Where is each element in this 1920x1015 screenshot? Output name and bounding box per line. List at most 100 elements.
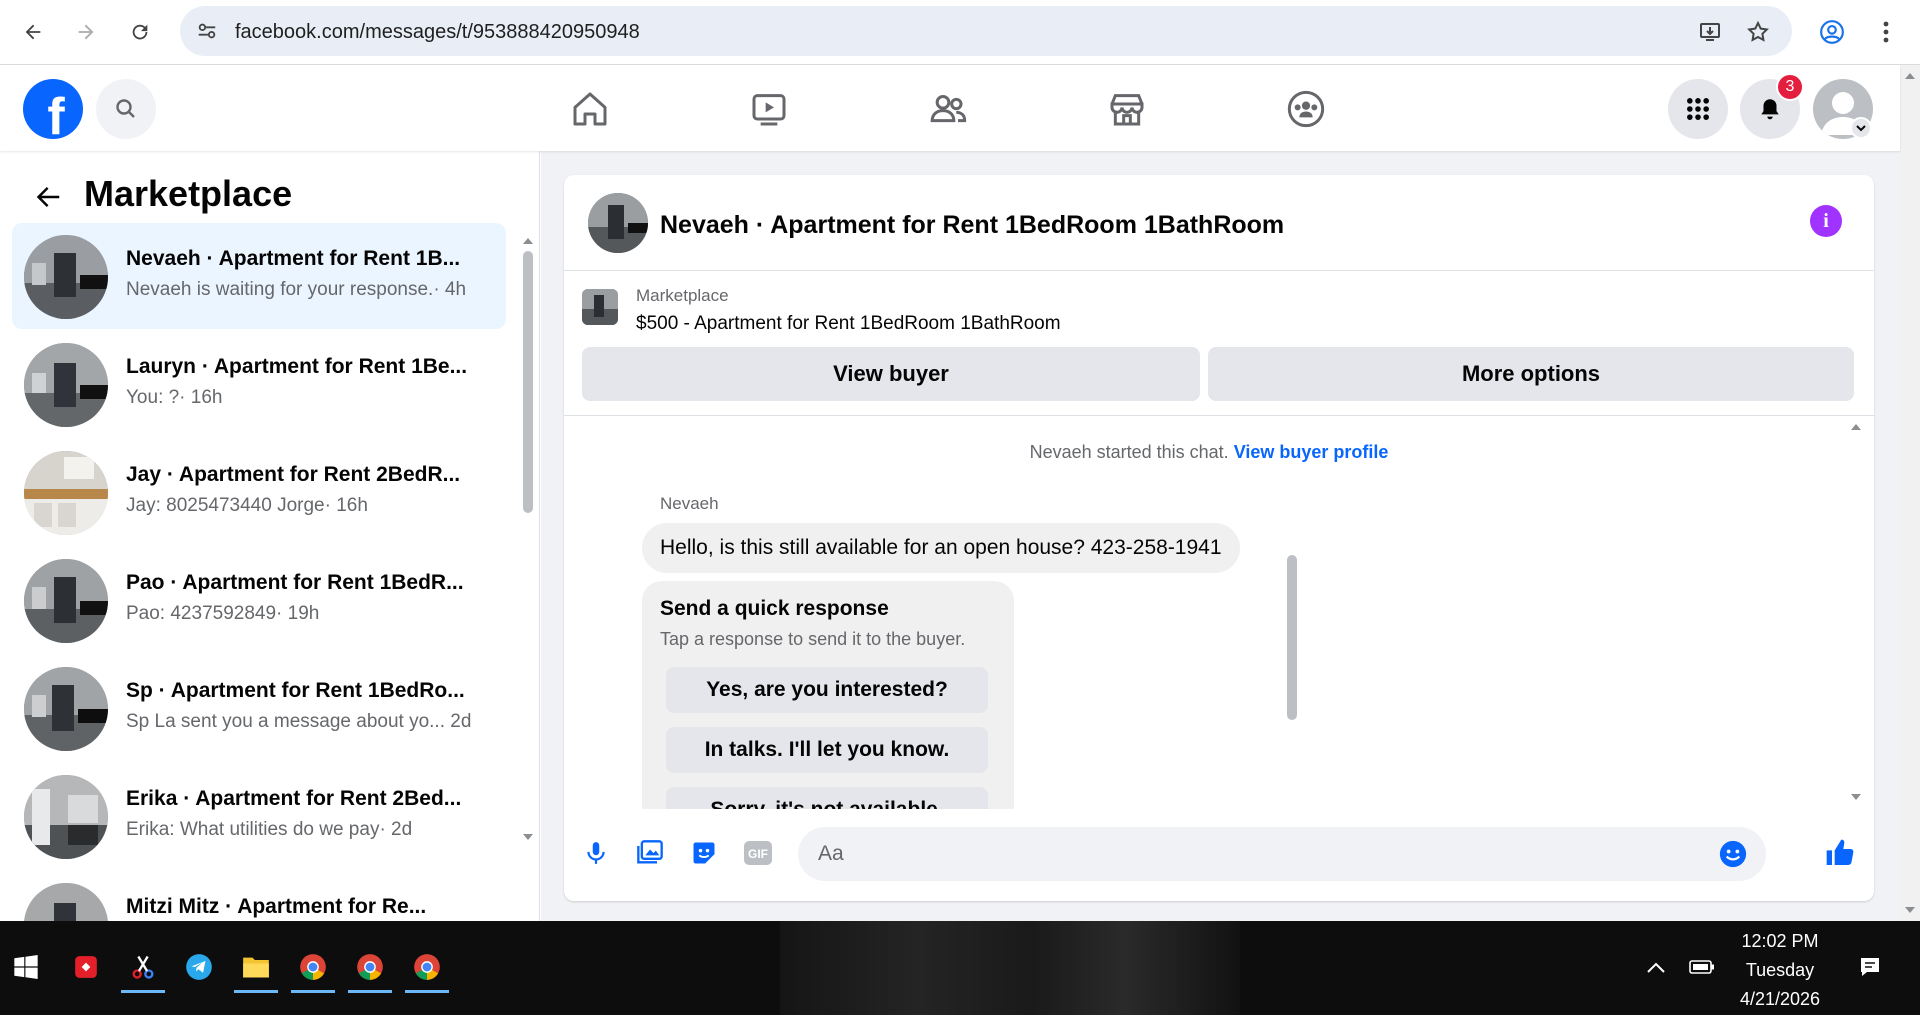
list-item[interactable]: Nevaeh · Apartment for Rent 1B... Nevaeh… [12, 223, 506, 329]
page-title: Marketplace [84, 173, 293, 214]
view-buyer-profile-link[interactable]: View buyer profile [1234, 442, 1389, 462]
facebook-logo[interactable]: f [23, 79, 83, 139]
conversation-title: Erika · Apartment for Rent 2Bed... [126, 787, 462, 810]
chat-started-notice: Nevaeh started this chat. View buyer pro… [564, 442, 1854, 463]
gif-icon[interactable]: GIF [738, 833, 778, 873]
video-icon[interactable] [739, 79, 799, 139]
search-icon[interactable] [96, 79, 156, 139]
photo-icon[interactable] [630, 833, 670, 873]
info-icon[interactable]: i [1810, 205, 1842, 237]
system-clock[interactable]: 12:02 PM Tuesday 4/21/2026 [1700, 927, 1860, 1014]
list-item[interactable]: Mitzi Mitz · Apartment for Re... [12, 871, 506, 921]
forward-arrow-icon[interactable] [66, 12, 106, 52]
url-text[interactable]: facebook.com/messages/t/953888420950948 [235, 21, 640, 44]
list-item[interactable]: Lauryn · Apartment for Rent 1Be... You: … [12, 331, 506, 437]
wallpaper-strip [780, 921, 1240, 1015]
menu-grid-icon[interactable] [1668, 79, 1728, 139]
quick-response-button[interactable]: Sorry, it's not available. [666, 787, 988, 809]
conversation-title: Mitzi Mitz · Apartment for Re... [126, 895, 427, 918]
message-thread: Nevaeh started this chat. View buyer pro… [564, 416, 1874, 809]
friends-icon[interactable] [918, 79, 978, 139]
scroll-up-arrow-icon[interactable] [1849, 422, 1863, 432]
address-bar[interactable]: facebook.com/messages/t/953888420950948 [180, 6, 1792, 56]
conversation-title: Nevaeh · Apartment for Rent 1B... [126, 247, 461, 270]
active-indicator [348, 990, 392, 993]
active-indicator [234, 990, 278, 993]
reload-icon[interactable] [120, 12, 160, 52]
chevron-up-icon[interactable] [1630, 943, 1682, 991]
chrome-profile-icon[interactable] [344, 943, 396, 993]
back-arrow-icon[interactable] [13, 12, 53, 52]
notification-center-icon[interactable] [1844, 943, 1896, 991]
conversation-title: Jay · Apartment for Rent 2BedR... [126, 463, 461, 486]
conversation-snippet: You: ?· 16h [126, 387, 223, 408]
browser-menu-icon[interactable] [1866, 12, 1906, 52]
listing-thumbnail [24, 775, 108, 859]
message-scroll-thumb[interactable] [1287, 555, 1297, 720]
listing-thumbnail [24, 559, 108, 643]
message-input-placeholder: Aa [818, 842, 844, 865]
active-indicator [121, 990, 165, 993]
quick-response-button[interactable]: Yes, are you interested? [666, 667, 988, 713]
chat-started-text: Nevaeh started this chat. [1029, 442, 1229, 462]
chevron-down-icon[interactable] [1850, 117, 1872, 139]
quick-response-subtitle: Tap a response to send it to the buyer. [660, 629, 966, 649]
list-item[interactable]: Erika · Apartment for Rent 2Bed... Erika… [12, 763, 506, 869]
list-item[interactable]: Pao · Apartment for Rent 1BedR... Pao: 4… [12, 547, 506, 653]
listing-title[interactable]: $500 - Apartment for Rent 1BedRoom 1Bath… [636, 313, 1061, 335]
quick-response-button[interactable]: In talks. I'll let you know. [666, 727, 988, 773]
active-indicator [405, 990, 449, 993]
sender-name: Nevaeh [660, 494, 719, 513]
active-indicator [291, 990, 335, 993]
home-icon[interactable] [560, 79, 620, 139]
windows-taskbar: 12:02 PM Tuesday 4/21/2026 [0, 921, 1920, 1015]
chrome-icon[interactable] [287, 943, 339, 993]
conversation-title: Pao · Apartment for Rent 1BedR... [126, 571, 464, 594]
telegram-icon[interactable] [173, 943, 225, 991]
message-composer: GIF Aa [564, 809, 1874, 901]
svg-text:GIF: GIF [748, 847, 768, 861]
bookmark-star-icon[interactable] [1738, 12, 1778, 52]
conversation-title: Sp · Apartment for Rent 1BedRo... [126, 679, 465, 702]
file-explorer-icon[interactable] [230, 943, 282, 993]
conversation-snippet: Jay: 8025473440 Jorge· 16h [126, 495, 368, 516]
clock-date: 4/21/2026 [1739, 989, 1821, 1009]
chat-avatar[interactable] [588, 193, 648, 253]
listing-thumbnail [24, 451, 108, 535]
more-options-button[interactable]: More options [1208, 347, 1854, 401]
install-app-icon[interactable] [1690, 12, 1730, 52]
profile-icon[interactable] [1812, 12, 1852, 52]
chrome-alt-icon[interactable] [401, 943, 453, 993]
scroll-down-arrow-icon[interactable] [1849, 792, 1863, 802]
microphone-icon[interactable] [576, 833, 616, 873]
sticker-icon[interactable] [684, 833, 724, 873]
list-item[interactable]: Sp · Apartment for Rent 1BedRo... Sp La … [12, 655, 506, 761]
site-settings-icon[interactable] [196, 20, 218, 47]
chat-title: Nevaeh · Apartment for Rent 1BedRoom 1Ba… [660, 211, 1285, 239]
facebook-top-nav: f 3 [0, 65, 1900, 151]
message-input[interactable]: Aa [798, 827, 1766, 881]
sidebar-scroll-thumb[interactable] [523, 251, 533, 513]
listing-thumbnail [24, 667, 108, 751]
groups-icon[interactable] [1276, 79, 1336, 139]
notifications-bell-icon[interactable]: 3 [1740, 73, 1804, 139]
listing-thumbnail [24, 883, 108, 921]
quick-response-card: Send a quick response Tap a response to … [642, 581, 1014, 809]
view-buyer-button[interactable]: View buyer [582, 347, 1200, 401]
emoji-icon[interactable] [1718, 839, 1748, 874]
windows-start-icon[interactable] [0, 943, 52, 991]
conversation-title: Lauryn · Apartment for Rent 1Be... [126, 355, 468, 378]
listing-thumbnail[interactable] [582, 289, 618, 325]
app-icon-red[interactable] [60, 943, 112, 991]
marketplace-icon[interactable] [1097, 79, 1157, 139]
thumbs-up-icon[interactable] [1820, 833, 1860, 873]
conversation-list: Nevaeh · Apartment for Rent 1B... Nevaeh… [12, 223, 506, 921]
conversation-sidebar: Marketplace Nevaeh · Apartment for Rent … [0, 151, 540, 921]
page-scrollbar[interactable] [1900, 65, 1920, 921]
back-arrow-icon[interactable] [28, 177, 68, 217]
snipping-tool-icon[interactable] [117, 943, 169, 993]
list-item[interactable]: Jay · Apartment for Rent 2BedR... Jay: 8… [12, 439, 506, 545]
listing-thumbnail [24, 235, 108, 319]
chat-window: Nevaeh · Apartment for Rent 1BedRoom 1Ba… [564, 175, 1874, 901]
notifications-badge: 3 [1776, 73, 1804, 101]
